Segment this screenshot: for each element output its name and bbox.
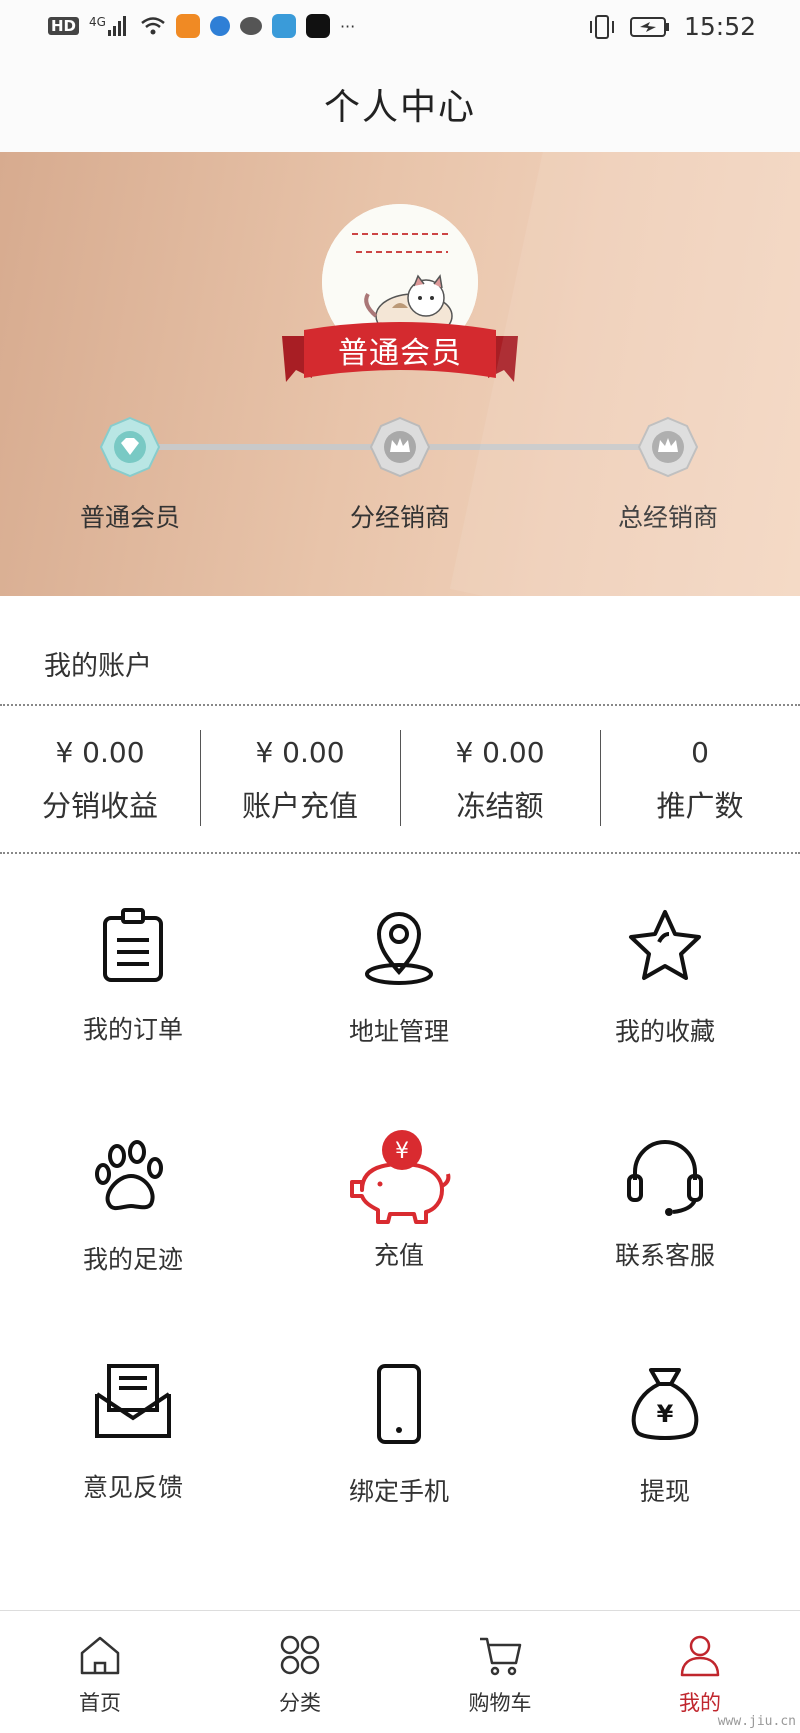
account-section-header: 我的账户	[0, 596, 800, 706]
stat-promotion-count[interactable]: 0 推广数	[600, 708, 800, 852]
headset-icon	[627, 1140, 703, 1216]
menu-item-label: 我的足迹	[82, 1245, 183, 1274]
menu-item-label: 我的收藏	[614, 1017, 715, 1046]
watermark: www.jiu.cn	[717, 1714, 796, 1729]
title-bar: 个人中心	[0, 56, 800, 152]
menu-item-my-orders[interactable]: 我的订单	[0, 856, 266, 1086]
category-icon	[280, 1635, 320, 1675]
menu-item-withdraw[interactable]: ¥ 提现	[532, 1316, 798, 1546]
stat-value: ¥ 0.00	[455, 736, 545, 769]
send-icon	[271, 14, 296, 38]
profile-banner: 普通会员 普通会员 分经销商 总经销商	[0, 152, 800, 596]
clipboard-icon	[103, 908, 163, 982]
tab-home[interactable]: 首页	[0, 1611, 200, 1733]
envelope-icon	[95, 1364, 171, 1438]
level-badge-locked-icon	[369, 416, 431, 478]
stat-label: 分销收益	[41, 789, 158, 823]
money-bag-icon: ¥	[631, 1368, 699, 1440]
menu-item-label: 提现	[639, 1477, 690, 1506]
member-level-label: 普通会员	[338, 336, 462, 371]
menu-item-feedback[interactable]: 意见反馈	[0, 1316, 266, 1546]
tab-cart[interactable]: 购物车	[400, 1611, 600, 1733]
account-title: 我的账户	[44, 651, 152, 682]
vibrate-icon	[589, 14, 614, 39]
tab-category[interactable]: 分类	[200, 1611, 400, 1733]
level-badge-locked-icon	[637, 416, 699, 478]
battery-icon	[629, 16, 669, 37]
stat-label: 推广数	[656, 789, 744, 823]
menu-item-label: 联系客服	[614, 1241, 715, 1270]
network-badge: 4G	[89, 15, 106, 29]
status-left: HD 4G ···	[48, 14, 355, 38]
menu-item-recharge[interactable]: ¥ 充值	[266, 1086, 532, 1316]
page-title: 个人中心	[323, 87, 476, 128]
level-label-member: 普通会员	[79, 503, 180, 532]
tab-label: 分类	[279, 1691, 321, 1715]
message-icon	[239, 17, 262, 35]
stat-value: ¥ 0.00	[55, 736, 145, 769]
phone-icon	[377, 1364, 421, 1444]
level-label-sub-dealer: 分经销商	[349, 503, 450, 532]
wifi-icon	[141, 17, 165, 35]
stat-label: 账户充值	[241, 789, 358, 823]
svg-text:¥: ¥	[657, 1400, 674, 1428]
stat-distribution-income[interactable]: ¥ 0.00 分销收益	[0, 708, 200, 852]
browser-icon	[209, 16, 230, 36]
stat-value: ¥ 0.00	[255, 736, 345, 769]
tab-label: 购物车	[468, 1691, 532, 1715]
paw-icon	[95, 1140, 163, 1211]
menu-item-label: 意见反馈	[82, 1473, 183, 1502]
tab-label: 我的	[679, 1691, 721, 1715]
cart-icon	[480, 1637, 522, 1676]
menu-item-customer-service[interactable]: 联系客服	[532, 1086, 798, 1316]
stat-account-recharge[interactable]: ¥ 0.00 账户充值	[200, 708, 400, 852]
tiktok-icon	[305, 14, 330, 38]
tab-label: 首页	[79, 1691, 121, 1715]
bottom-tab-bar: 首页 分类 购物车 我的 www.jiu.cn	[0, 1610, 800, 1733]
menu-item-label: 绑定手机	[348, 1477, 449, 1506]
stat-frozen-amount[interactable]: ¥ 0.00 冻结额	[400, 708, 600, 852]
home-icon	[80, 1636, 120, 1675]
level-label-general-dealer: 总经销商	[617, 503, 718, 532]
user-icon	[680, 1635, 720, 1677]
menu-item-bind-phone[interactable]: 绑定手机	[266, 1316, 532, 1546]
menu-item-label: 我的订单	[82, 1015, 183, 1044]
menu-item-footprints[interactable]: 我的足迹	[0, 1086, 266, 1316]
star-icon	[629, 910, 701, 980]
menu-item-address[interactable]: 地址管理	[266, 856, 532, 1086]
location-pin-icon	[365, 912, 433, 985]
uc-browser-icon	[175, 14, 200, 38]
level-badge-active-icon	[99, 416, 161, 478]
more-icon: ···	[339, 16, 356, 36]
piggy-bank-icon: ¥	[350, 1130, 451, 1224]
status-bar: HD 4G ··· 15:52	[0, 0, 800, 56]
stat-value: 0	[691, 736, 709, 769]
menu-item-label: 充值	[373, 1241, 424, 1270]
status-right: 15:52	[588, 12, 756, 41]
menu-item-favorites[interactable]: 我的收藏	[532, 856, 798, 1086]
stat-label: 冻结额	[456, 789, 544, 823]
svg-text:¥: ¥	[395, 1139, 409, 1164]
signal-icon	[107, 16, 126, 36]
menu-item-label: 地址管理	[348, 1017, 449, 1046]
account-stats: ¥ 0.00 分销收益 ¥ 0.00 账户充值 ¥ 0.00 冻结额 0 推广数	[0, 708, 800, 854]
hd-badge: HD	[48, 17, 80, 35]
clock: 15:52	[683, 12, 756, 41]
